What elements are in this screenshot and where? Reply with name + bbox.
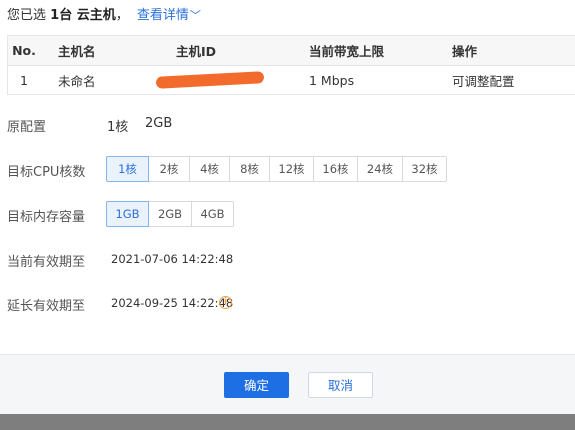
- cpu-option-4[interactable]: 4核: [189, 156, 230, 182]
- cell-action: 可调整配置: [452, 65, 575, 95]
- header-host-id: 主机ID: [176, 35, 309, 66]
- view-details-link[interactable]: 查看详情: [137, 8, 189, 23]
- host-table: No. 主机名 主机ID 当前带宽上限 操作 1 未命名 1 Mbps 可调整配…: [7, 35, 575, 95]
- selection-summary: 您已选 1台 云主机， 查看详情﹀: [7, 6, 201, 26]
- cpu-option-1[interactable]: 1核: [106, 156, 149, 182]
- memory-option-1gb[interactable]: 1GB: [106, 201, 149, 227]
- confirm-button[interactable]: 确定: [224, 372, 289, 398]
- header-host-name: 主机名: [40, 35, 176, 66]
- extended-expiry-label: 延长有效期至: [7, 299, 86, 314]
- cancel-button[interactable]: 取消: [308, 372, 373, 398]
- table-header-row: No. 主机名 主机ID 当前带宽上限 操作: [7, 35, 575, 66]
- cell-host-id: [155, 65, 309, 95]
- original-config-label: 原配置: [7, 120, 47, 135]
- header-bandwidth: 当前带宽上限: [309, 35, 452, 66]
- original-memory-value: 2GB: [145, 116, 173, 131]
- cpu-option-12[interactable]: 12核: [269, 156, 314, 182]
- chevron-down-icon[interactable]: ﹀: [190, 9, 201, 22]
- info-icon[interactable]: i: [219, 296, 232, 309]
- cpu-option-8[interactable]: 8核: [229, 156, 270, 182]
- target-cpu-label: 目标CPU核数: [7, 165, 86, 180]
- original-cpu-value: 1核: [107, 120, 129, 135]
- cell-no: 1: [7, 65, 40, 95]
- cpu-option-16[interactable]: 16核: [313, 156, 358, 182]
- summary-prefix: 您已选: [7, 8, 47, 23]
- table-row: 1 未命名 1 Mbps 可调整配置: [7, 65, 575, 95]
- current-expiry-value: 2021-07-06 14:22:48: [111, 252, 234, 266]
- target-memory-label: 目标内存容量: [7, 210, 86, 225]
- header-action: 操作: [452, 35, 575, 66]
- cell-bandwidth: 1 Mbps: [309, 65, 452, 95]
- memory-option-4gb[interactable]: 4GB: [191, 201, 234, 227]
- cpu-option-24[interactable]: 24核: [357, 156, 403, 182]
- current-expiry-label: 当前有效期至: [7, 255, 86, 270]
- memory-option-2gb[interactable]: 2GB: [148, 201, 192, 227]
- memory-option-group: 1GB 2GB 4GB: [106, 201, 234, 227]
- selected-count: 1台 云主机: [50, 8, 116, 23]
- cpu-option-32[interactable]: 32核: [402, 156, 447, 182]
- extended-expiry-value: 2024-09-25 14:22:48: [111, 296, 234, 310]
- header-no: No.: [7, 35, 40, 66]
- cpu-option-group: 1核 2核 4核 8核 12核 16核 24核 32核: [106, 156, 447, 182]
- cpu-option-2[interactable]: 2核: [148, 156, 190, 182]
- bottom-bar: [0, 414, 575, 430]
- summary-comma: ，: [115, 8, 129, 23]
- dialog-footer: 确定 取消: [0, 354, 575, 415]
